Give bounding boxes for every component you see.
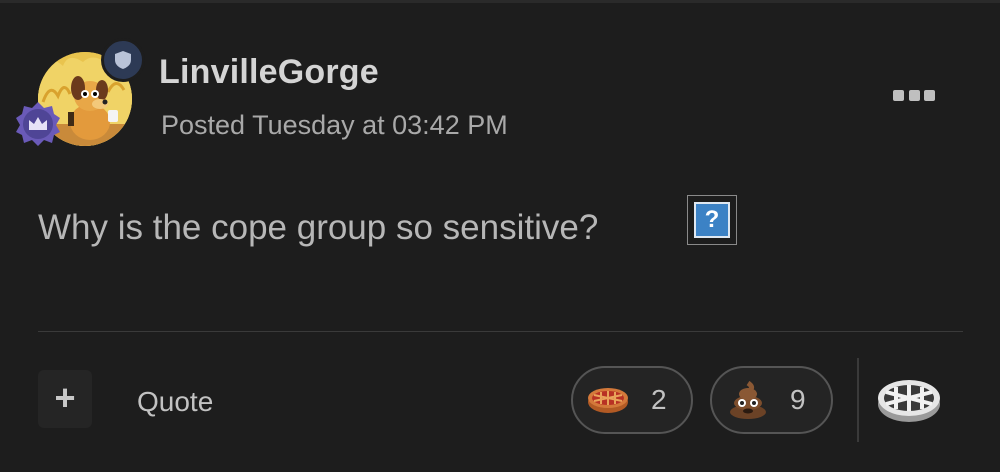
reaction-pie[interactable]: 2 (571, 366, 693, 434)
menu-dot (924, 89, 935, 101)
more-options-icon[interactable] (893, 84, 935, 106)
react-button[interactable] (876, 374, 942, 426)
footer-divider (38, 331, 963, 332)
reaction-count: 2 (651, 384, 667, 415)
pie-icon (588, 388, 628, 413)
plus-icon: + (54, 376, 76, 418)
status-badge (101, 38, 145, 82)
author-username[interactable]: LinvilleGorge (159, 53, 379, 92)
menu-dot (908, 89, 920, 101)
crown-icon (16, 102, 60, 146)
post-timestamp: Posted Tuesday at 03:42 PM (161, 110, 508, 140)
shield-icon (115, 51, 131, 69)
reaction-poop[interactable]: 9 (710, 366, 833, 434)
reactions-separator (857, 358, 859, 442)
question-mark-icon: ? (694, 202, 730, 238)
question-mark-emoji: ? (687, 195, 737, 245)
add-button[interactable]: + (38, 370, 92, 428)
rank-badge (14, 100, 62, 148)
reaction-count: 9 (790, 384, 806, 415)
poop-icon (730, 381, 766, 419)
menu-dot (893, 89, 904, 101)
quote-button[interactable]: Quote (137, 386, 213, 418)
top-border (0, 0, 1000, 3)
pie-react-icon (878, 380, 940, 422)
post-content: Why is the cope group so sensitive? (38, 208, 599, 247)
